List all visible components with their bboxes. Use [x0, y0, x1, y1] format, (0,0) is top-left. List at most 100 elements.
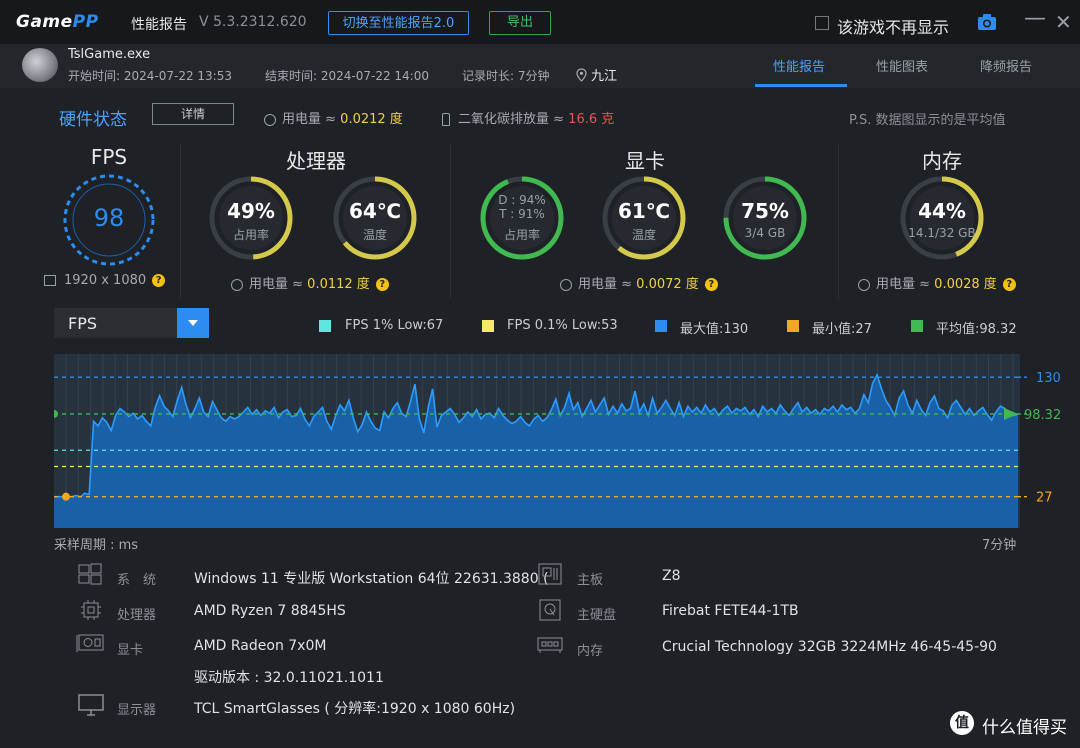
memory-usage-label: 14.1/32 GB [908, 226, 976, 240]
legend-avg: 平均值:98.32 [936, 322, 1017, 337]
window-title: 性能报告 [131, 17, 187, 33]
power-icon [264, 113, 276, 126]
spec-cpu-value: AMD Ryzen 7 8845HS [194, 603, 346, 619]
cpu-usage-label: 占用率 [232, 228, 269, 242]
total-power: 用电量 ≈ 0.0212 度 [264, 108, 403, 127]
hide-game-label: 该游戏不再显示 [837, 18, 950, 37]
cpu-power: 用电量 ≈ 0.0112 度? [231, 273, 389, 292]
gpu-usage-label: 占用率 [503, 228, 540, 242]
power-icon [858, 278, 870, 291]
spec-disk-label: 主硬盘 [577, 608, 617, 623]
help-icon[interactable]: ? [152, 274, 166, 287]
min-marker [62, 492, 70, 501]
gpu-usage-d: D : 94% [498, 193, 546, 207]
game-exe-name: TslGame.exe [68, 47, 151, 62]
gpu-temp-value: 61℃ [617, 199, 671, 223]
spec-monitor-label: 显示器 [117, 703, 157, 718]
game-avatar [22, 48, 58, 82]
legend-fps-01-low: FPS 0.1% Low:53 [507, 318, 618, 333]
metric-select-value: FPS [68, 314, 98, 333]
watermark-logo: 值 [950, 711, 974, 735]
monitor-icon [44, 275, 56, 286]
motherboard-icon [537, 562, 563, 590]
duration-end-label: 7分钟 [982, 538, 1017, 553]
chart-reference-labels: 130 98.32 27 [1018, 371, 1061, 506]
reference-label: 130 [1036, 371, 1061, 386]
cpu-icon [80, 599, 102, 625]
spec-mem-label: 内存 [577, 644, 604, 659]
app-version: V 5.3.2312.620 [199, 14, 307, 30]
spec-board-value: Z8 [662, 568, 681, 584]
co2-emission: 二氧化碳排放量 ≈ 16.6 克 [442, 108, 614, 127]
gpu-title: 显卡 [625, 149, 665, 173]
spec-gpu-label: 显卡 [117, 643, 144, 658]
windows-icon [78, 563, 102, 589]
spec-mem-value: Crucial Technology 32GB 3224MHz 46-45-45… [662, 639, 997, 655]
gpu-usage-t: T : 91% [499, 207, 545, 221]
reference-label: 27 [1036, 491, 1053, 506]
bottle-icon [442, 113, 450, 126]
location: 九江 [576, 65, 617, 84]
spec-board-label: 主板 [577, 573, 604, 588]
gpu-icon [76, 632, 106, 658]
spec-gpu-value: AMD Radeon 7x0M [194, 638, 327, 654]
metric-dropdown-button[interactable] [177, 308, 209, 338]
close-button[interactable]: ✕ [1055, 10, 1072, 34]
end-time: 结束时间: 2024-07-22 14:00 [265, 69, 429, 83]
divider [838, 143, 839, 298]
gpu-vram-label: 3/4 GB [744, 226, 786, 240]
legend-max: 最大值:130 [680, 322, 749, 337]
location-pin-icon [576, 68, 591, 84]
spec-cpu-label: 处理器 [117, 608, 157, 623]
legend-swatch [319, 320, 331, 332]
watermark-text: 什么值得买 [982, 718, 1067, 738]
tab-performance-report[interactable]: 性能报告 [773, 56, 825, 75]
power-icon [231, 278, 243, 291]
gpu-vram-value: 75% [741, 199, 789, 223]
record-duration: 记录时长: 7分钟 [462, 69, 550, 83]
sample-period-label: 采样周期 : ms [54, 538, 139, 553]
fps-chart [50, 354, 1020, 528]
gpu-temp-label: 温度 [631, 228, 656, 242]
divider [180, 143, 181, 298]
spec-os-value: Windows 11 专业版 Workstation 64位 22631.388… [194, 571, 549, 587]
camera-icon[interactable] [977, 13, 997, 35]
spec-monitor-value: TCL SmartGlasses ( 分辨率:1920 x 1080 60Hz) [194, 701, 516, 717]
divider [450, 143, 451, 298]
fps-chart-area[interactable] [50, 354, 1020, 528]
spec-disk-value: Firebat FETE44-1TB [662, 603, 799, 619]
switch-report-button[interactable]: 切换至性能报告2.0 [328, 11, 469, 35]
cpu-temp-label: 温度 [362, 228, 387, 242]
memory-usage-value: 44% [918, 199, 966, 223]
legend-swatch [911, 320, 923, 332]
details-button[interactable]: 详情 [152, 103, 234, 125]
memory-icon [536, 635, 564, 659]
cpu-temp-value: 64℃ [348, 199, 402, 223]
power-icon [560, 278, 572, 291]
gpu-power: 用电量 ≈ 0.0072 度? [560, 273, 718, 292]
chevron-down-icon [188, 320, 198, 326]
tab-performance-chart[interactable]: 性能图表 [876, 56, 928, 75]
spec-gpu-driver: 驱动版本 : 32.0.11021.1011 [194, 670, 384, 686]
hardware-status-title: 硬件状态 [59, 110, 127, 130]
cpu-title: 处理器 [286, 149, 346, 173]
active-tab-indicator [755, 84, 847, 87]
reference-label: 98.32 [1024, 408, 1061, 423]
help-icon[interactable]: ? [1002, 278, 1016, 291]
spec-os-label: 系 统 [117, 573, 157, 588]
export-button[interactable]: 导出 [489, 11, 551, 35]
help-icon[interactable]: ? [704, 278, 718, 291]
app-logo: GamePP [16, 12, 99, 32]
legend-min: 最小值:27 [812, 322, 872, 337]
help-icon[interactable]: ? [375, 278, 389, 291]
ps-note: P.S. 数据图显示的是平均值 [849, 113, 1006, 128]
avg-marker [50, 409, 58, 418]
hide-game-checkbox[interactable] [815, 16, 829, 30]
start-time: 开始时间: 2024-07-22 13:53 [68, 69, 232, 83]
memory-title: 内存 [922, 149, 962, 173]
tab-throttle-report[interactable]: 降频报告 [980, 56, 1032, 75]
fps-title: FPS [90, 145, 128, 169]
minimize-button[interactable]: — [1024, 6, 1046, 31]
cpu-usage-value: 49% [227, 199, 275, 223]
legend-swatch [655, 320, 667, 332]
